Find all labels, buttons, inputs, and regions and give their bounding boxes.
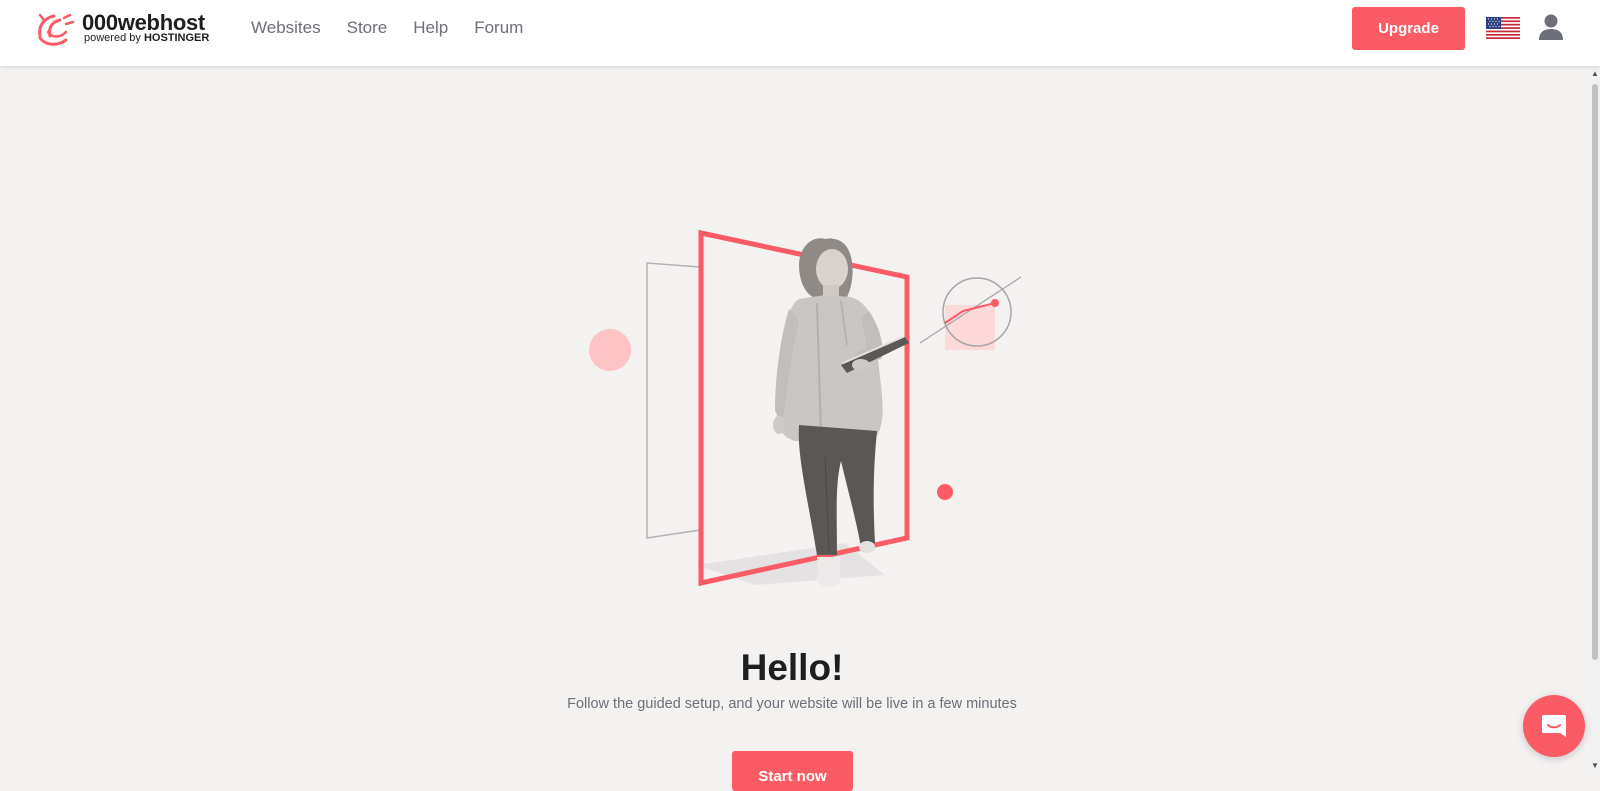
- hero-subtitle: Follow the guided setup, and your websit…: [567, 696, 1017, 712]
- grey-frame: [646, 262, 701, 539]
- main-nav: Websites Store Help Forum: [251, 16, 523, 40]
- scroll-down-arrow-icon[interactable]: ▼: [1590, 760, 1600, 772]
- chat-launcher-button[interactable]: [1523, 695, 1585, 757]
- scroll-up-arrow-icon[interactable]: ▲: [1590, 68, 1600, 80]
- brand-logo[interactable]: 000webhost powered by HOSTINGER: [34, 10, 214, 48]
- nav-websites[interactable]: Websites: [251, 16, 321, 40]
- brand-tagline: powered by HOSTINGER: [84, 32, 209, 44]
- scroll-thumb[interactable]: [1592, 84, 1598, 660]
- pink-circle: [589, 329, 631, 371]
- woman-figure: [773, 238, 909, 587]
- nav-help[interactable]: Help: [413, 16, 448, 40]
- nav-forum[interactable]: Forum: [474, 16, 523, 40]
- graph-point: [991, 299, 999, 307]
- page-scrollbar[interactable]: ▲ ▼: [1590, 66, 1600, 774]
- us-flag-icon[interactable]: [1486, 17, 1520, 39]
- start-now-button[interactable]: Start now: [732, 751, 853, 791]
- brand-tagline-prefix: powered by: [84, 32, 141, 44]
- hero-illustration: [589, 229, 1022, 587]
- red-dot: [937, 484, 953, 500]
- logo-swirl-icon: [38, 13, 75, 46]
- hero-title: Hello!: [740, 647, 844, 688]
- top-navigation-bar: 000webhost powered by HOSTINGER Websites…: [0, 0, 1600, 66]
- user-icon[interactable]: [1538, 13, 1564, 41]
- graph-fill: [945, 305, 995, 350]
- nav-store[interactable]: Store: [347, 16, 388, 40]
- chat-icon: [1542, 715, 1566, 737]
- brand-tagline-company: HOSTINGER: [143, 32, 210, 44]
- upgrade-button[interactable]: Upgrade: [1352, 7, 1465, 50]
